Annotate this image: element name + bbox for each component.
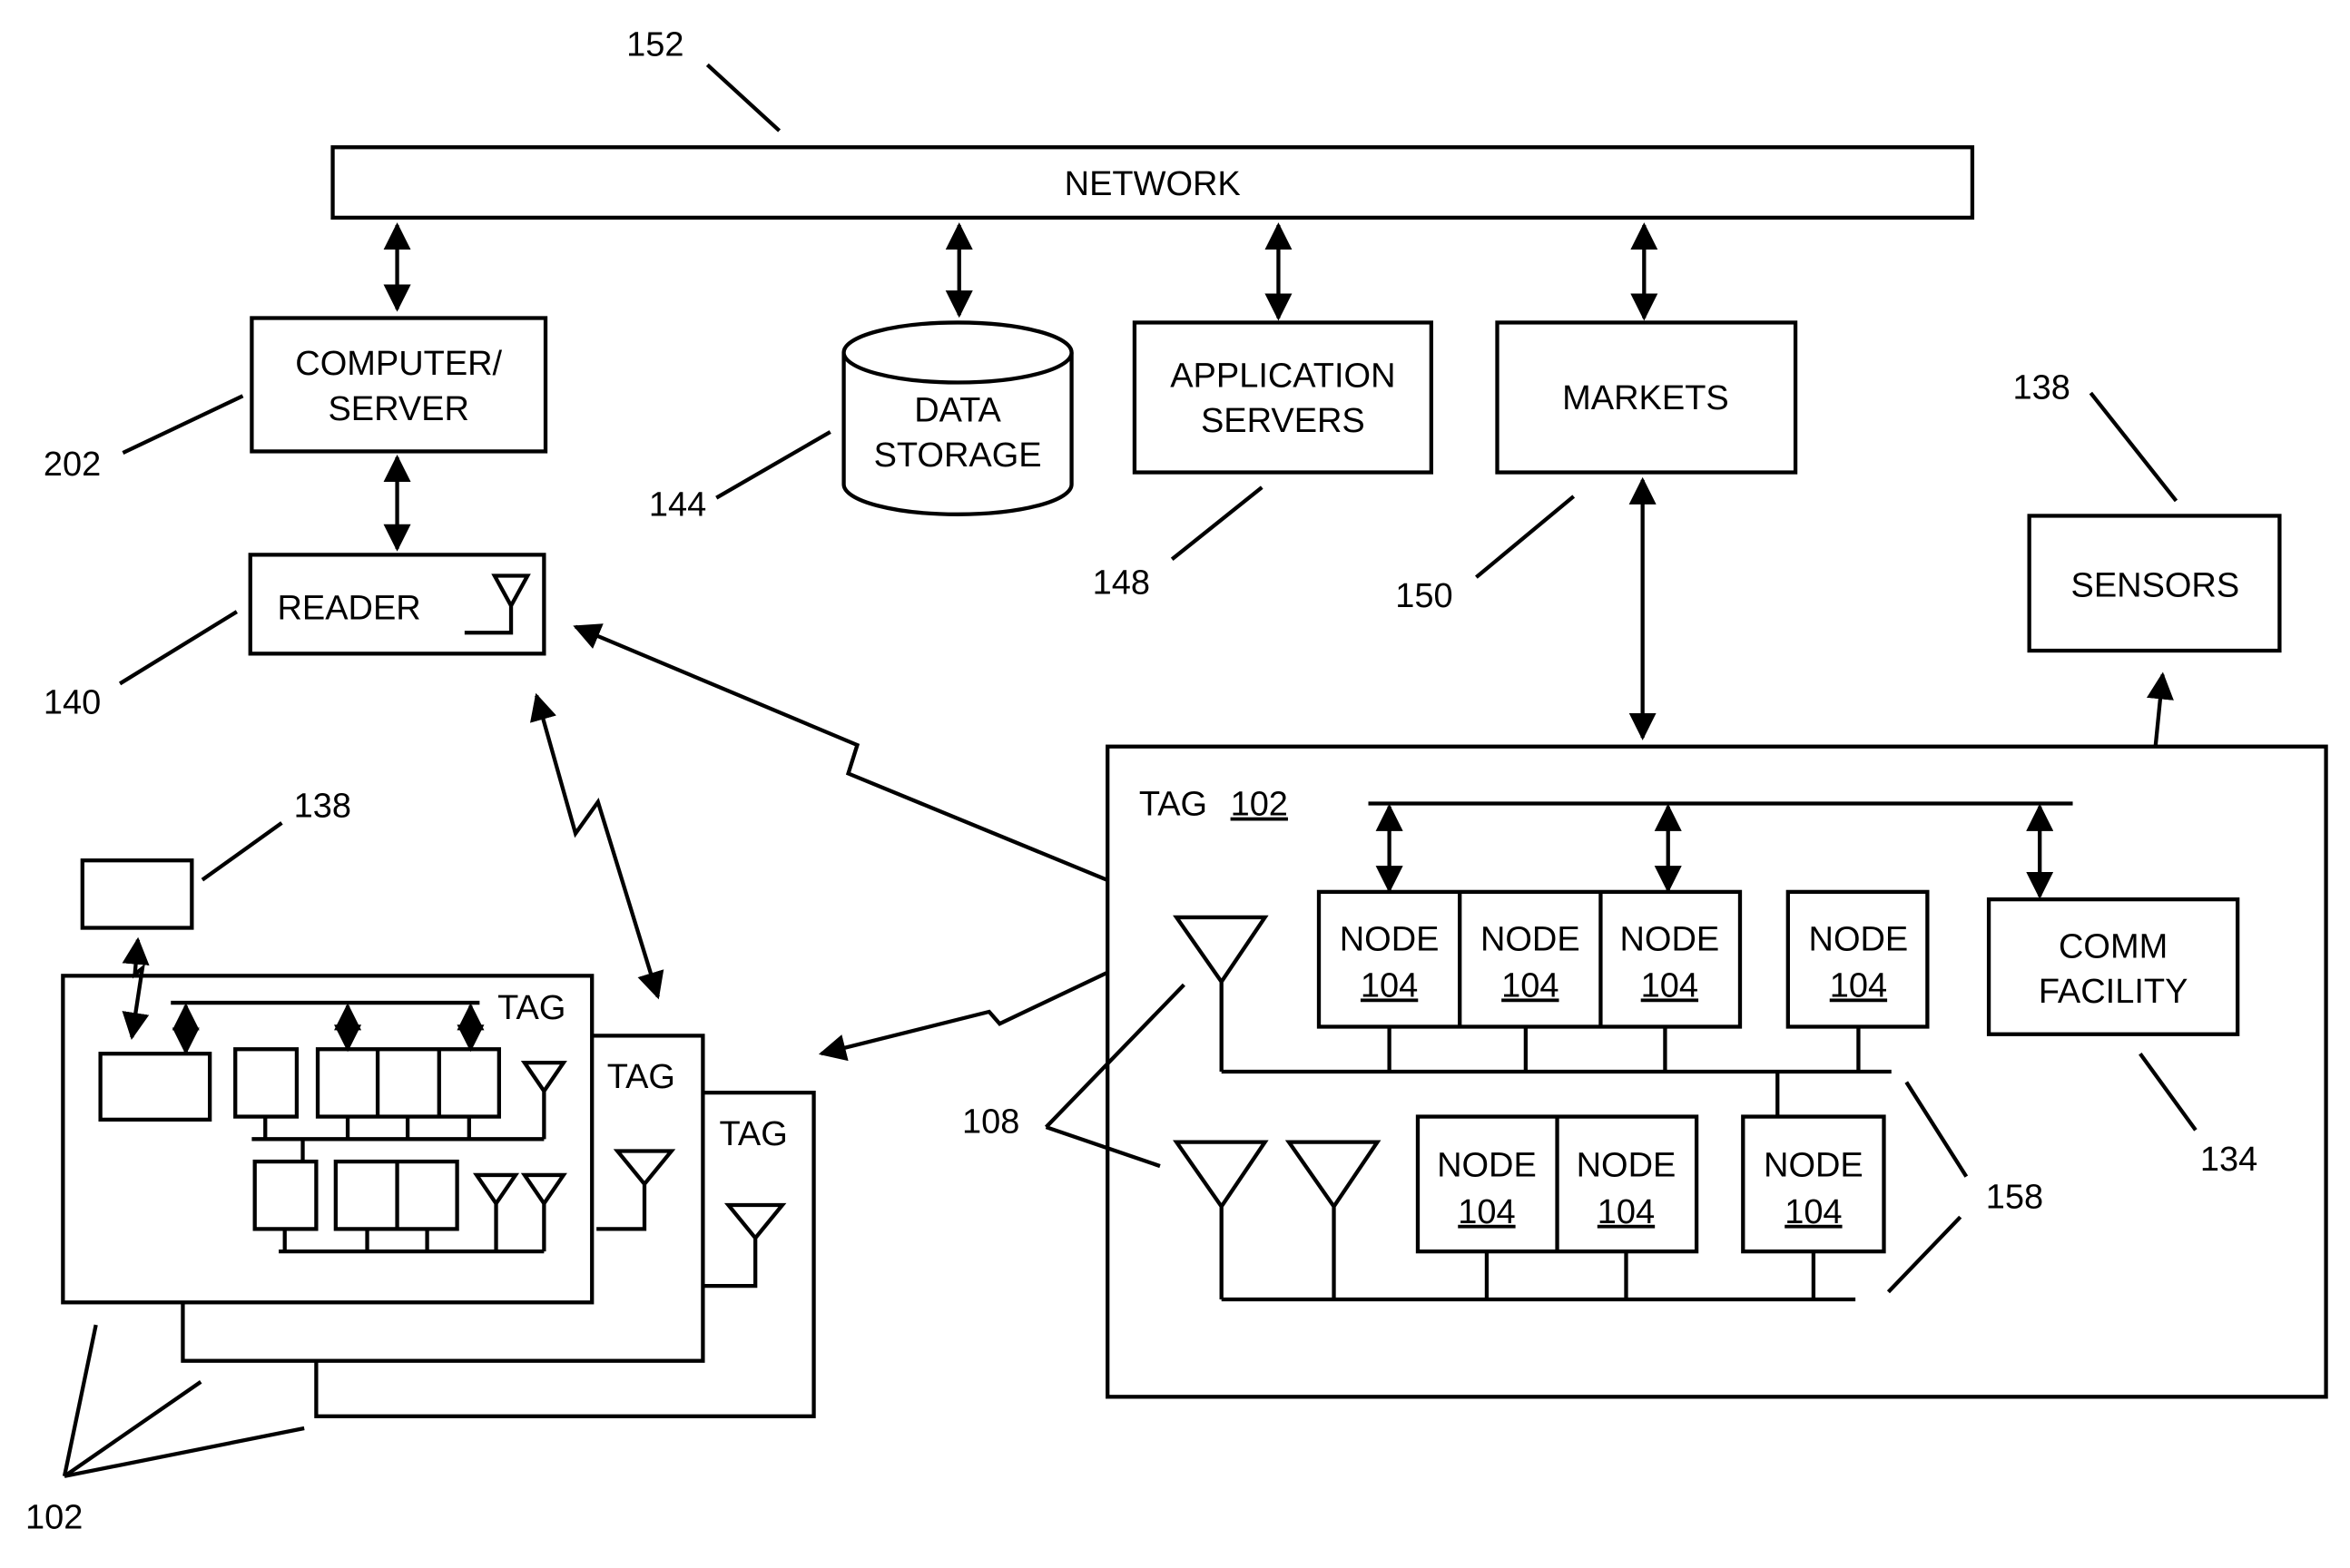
application-servers-label: SERVERS	[1201, 402, 1365, 440]
leader-line	[1170, 485, 1263, 562]
node-ref: 104	[1458, 1193, 1515, 1231]
tag-label: TAG	[497, 989, 565, 1027]
reader-box: READER	[248, 553, 546, 656]
wireless-link-arrow	[818, 951, 1151, 1062]
node-ref: 104	[1785, 1193, 1842, 1231]
markets-box: MARKETS	[1495, 320, 1798, 475]
node-ref: 104	[1641, 966, 1698, 1004]
ref-140: 140	[44, 683, 101, 721]
ref-138-sensors: 138	[2012, 369, 2070, 407]
application-servers-label: APPLICATION	[1170, 357, 1395, 395]
node-label: NODE	[1764, 1147, 1863, 1185]
ref-202: 202	[44, 446, 101, 484]
tag-detail-label: TAG	[1139, 786, 1207, 824]
tag-label: TAG	[607, 1058, 675, 1096]
node-ref: 104	[1830, 966, 1887, 1004]
tag-stack: TAG TAG TAG	[61, 974, 816, 1418]
tag-detail: TAG 102 NODE 104 NODE 104 NODE 104 NODE …	[1106, 744, 2328, 1399]
node-label: NODE	[1480, 920, 1580, 958]
leader-line	[122, 394, 244, 456]
wireless-link-arrow	[573, 623, 1139, 896]
ref-144: 144	[649, 485, 706, 524]
network-label: NETWORK	[1065, 165, 1241, 203]
rfid-network-diagram: NETWORK 152 COMPUTER/ SERVER 202 READER …	[25, 26, 2328, 1537]
leader-line	[2089, 391, 2178, 503]
ref-138: 138	[294, 787, 351, 825]
node-label: NODE	[1437, 1147, 1537, 1185]
node-ref: 104	[1361, 966, 1418, 1004]
node-label: NODE	[1809, 920, 1909, 958]
leader-line	[1475, 495, 1576, 579]
ref-150: 150	[1395, 577, 1452, 615]
network-bar: NETWORK	[330, 145, 1975, 220]
comm-facility-label: FACILITY	[2039, 973, 2188, 1011]
leader-line	[705, 63, 782, 132]
ref-158: 158	[1986, 1178, 2043, 1216]
leader-line	[201, 821, 283, 882]
comm-facility-label: COMM	[2059, 928, 2168, 966]
ref-148: 148	[1093, 564, 1150, 602]
sensor-box	[80, 858, 194, 930]
sensors-box: SENSORS	[2027, 514, 2282, 653]
computer-server-label: COMPUTER/	[295, 345, 502, 383]
markets-label: MARKETS	[1562, 379, 1729, 417]
ref-108: 108	[962, 1103, 1019, 1142]
data-storage-label: STORAGE	[874, 436, 1042, 475]
node-label: NODE	[1340, 920, 1440, 958]
node-label: NODE	[1577, 1147, 1676, 1185]
tag-label: TAG	[720, 1115, 788, 1153]
ref-152: 152	[626, 26, 683, 64]
node-ref: 104	[1598, 1193, 1655, 1231]
sensors-label: SENSORS	[2071, 567, 2240, 605]
ref-102: 102	[25, 1499, 83, 1537]
ref-134: 134	[2200, 1141, 2257, 1179]
tag-detail-ref: 102	[1231, 786, 1288, 824]
leader-line	[62, 1324, 98, 1477]
data-storage-label: DATA	[914, 391, 1001, 429]
leader-line	[715, 430, 831, 500]
computer-server-box: COMPUTER/ SERVER	[250, 316, 548, 454]
application-servers-box: APPLICATION SERVERS	[1132, 320, 1433, 475]
leader-line	[118, 610, 239, 686]
node-ref: 104	[1501, 966, 1558, 1004]
reader-label: READER	[277, 589, 420, 627]
wireless-link-arrow	[530, 692, 664, 1000]
computer-server-label: SERVER	[328, 390, 468, 428]
data-storage-cylinder: DATA STORAGE	[841, 320, 1074, 516]
node-label: NODE	[1620, 920, 1720, 958]
